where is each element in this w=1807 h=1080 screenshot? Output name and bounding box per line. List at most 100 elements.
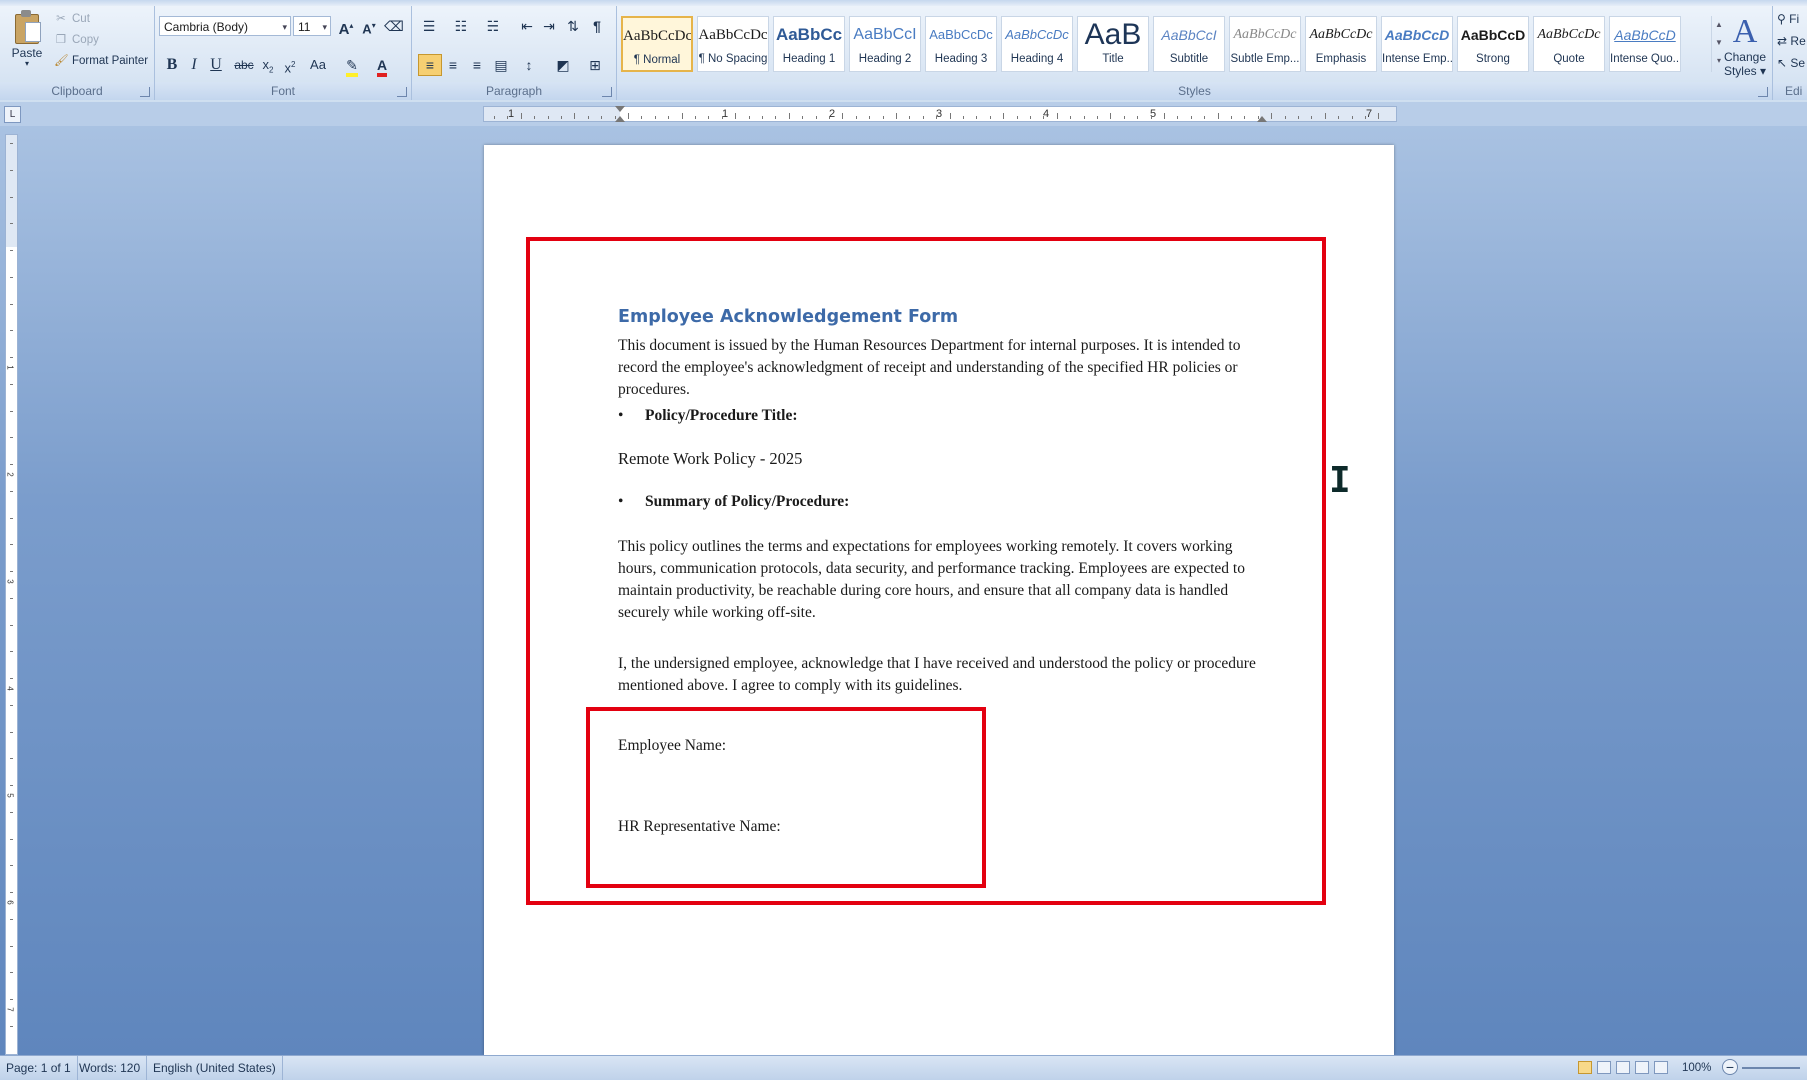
ruler-tick (1217, 113, 1219, 119)
style-sample: AaBbCcDc (1233, 27, 1297, 42)
ruler-number: 7 (1366, 108, 1373, 120)
align-center-icon[interactable]: ≡ (442, 54, 464, 76)
strikethrough-icon[interactable]: abc (233, 54, 255, 76)
style-quote[interactable]: AaBbCcDc Quote (1533, 16, 1605, 72)
zoom-out-icon[interactable]: − (1722, 1059, 1738, 1075)
style-heading-4[interactable]: AaBbCcDc Heading 4 (1001, 16, 1073, 72)
print-layout-view-icon[interactable] (1578, 1061, 1592, 1074)
style-subtle-emphasis[interactable]: AaBbCcDc Subtle Emp... (1229, 16, 1301, 72)
font-name-box[interactable]: Cambria (Body) ▾ (159, 16, 291, 36)
copy-button[interactable]: ❐ Copy (54, 31, 99, 49)
document-page[interactable]: Employee Acknowledgement Form This docum… (484, 145, 1394, 1055)
ruler-tick (1204, 116, 1206, 119)
ruler-number: 3 (5, 579, 15, 584)
bold-icon[interactable]: B (161, 54, 183, 76)
style-subtitle[interactable]: AaBbCcI Subtitle (1153, 16, 1225, 72)
replace-button[interactable]: ⇄ Re (1777, 30, 1806, 52)
numbering-icon[interactable]: ☷ (450, 15, 472, 37)
zoom-slider[interactable] (1742, 1067, 1800, 1069)
draft-view-icon[interactable] (1654, 1061, 1668, 1074)
underline-icon[interactable]: U (205, 54, 227, 76)
full-screen-reading-view-icon[interactable] (1597, 1061, 1611, 1074)
ruler-tick (1177, 116, 1179, 119)
shrink-font-icon[interactable]: A▾ (358, 15, 380, 37)
style-sample: AaB (1084, 18, 1142, 51)
style-heading-1[interactable]: AaBbCc Heading 1 (773, 16, 845, 72)
right-indent-marker[interactable] (1257, 116, 1267, 122)
style-title[interactable]: AaB Title (1077, 16, 1149, 72)
paragraph-group: ☰ ☷ ☵ ⇤ ⇥ ⇅ ¶ ≡ ≡ ≡ ▤ ↕ ◩ ⊞ Paragraph (412, 6, 617, 100)
align-left-icon[interactable]: ≡ (418, 54, 442, 76)
multilevel-list-icon[interactable]: ☵ (482, 15, 504, 37)
brush-icon: 🖌 (54, 55, 69, 67)
employee-name-label: Employee Name: (618, 737, 727, 754)
style-intense-emphasis[interactable]: AaBbCcD Intense Emp... (1381, 16, 1453, 72)
zoom-level[interactable]: 100% (1682, 1056, 1711, 1080)
change-styles-button[interactable]: A Change Styles ▾ (1721, 14, 1769, 79)
font-group: Cambria (Body) ▾ 11 ▾ A▴ A▾ ⌫ B I U abc x2… (155, 6, 412, 100)
horizontal-ruler[interactable]: 1 1 2 3 4 5 7 (483, 106, 1397, 122)
policy-title-value: Remote Work Policy - 2025 (618, 449, 803, 468)
vertical-ruler[interactable]: 1 2 3 4 5 6 7 (5, 134, 18, 1055)
ruler-tick (896, 113, 897, 119)
styles-dialog-launcher[interactable] (1758, 87, 1768, 97)
outline-view-icon[interactable] (1635, 1061, 1649, 1074)
paragraph-dialog-launcher[interactable] (602, 87, 612, 97)
ruler-tick (10, 490, 13, 492)
increase-indent-icon[interactable]: ⇥ (538, 15, 560, 37)
style-strong[interactable]: AaBbCcD Strong (1457, 16, 1529, 72)
change-case-button[interactable]: Aa (305, 54, 331, 76)
sort-icon[interactable]: ⇅ (562, 15, 584, 37)
paste-button[interactable]: Paste ▾ (8, 10, 46, 80)
page-count[interactable]: Page: 1 of 1 (0, 1056, 78, 1080)
ruler-tick (10, 437, 13, 439)
format-painter-button[interactable]: 🖌 Format Painter (54, 52, 148, 70)
style-name: Title (1102, 53, 1124, 65)
style-no-spacing[interactable]: AaBbCcDc ¶ No Spacing (697, 16, 769, 72)
style-sample: AaBbCcD (1460, 27, 1526, 43)
grow-font-icon[interactable]: A▴ (335, 15, 357, 38)
font-dialog-launcher[interactable] (397, 87, 407, 97)
ruler-tick (1150, 116, 1152, 119)
language-indicator[interactable]: English (United States) (147, 1056, 283, 1080)
clipboard-dialog-launcher[interactable] (140, 87, 150, 97)
style-emphasis[interactable]: AaBbCcDc Emphasis (1305, 16, 1377, 72)
pilcrow-icon[interactable]: ¶ (586, 15, 608, 37)
style-normal[interactable]: AaBbCcDc ¶ Normal (621, 16, 693, 72)
hanging-indent-marker[interactable] (615, 116, 625, 122)
font-size-box[interactable]: 11 ▾ (293, 16, 331, 36)
word-count[interactable]: Words: 120 (73, 1056, 148, 1080)
borders-icon[interactable]: ⊞ (584, 54, 606, 76)
ruler-tick (788, 113, 790, 119)
cut-button[interactable]: ✂ Cut (54, 10, 90, 28)
ruler-tick (10, 330, 13, 332)
select-button[interactable]: ↖ Se (1777, 52, 1805, 74)
ruler-tick (1030, 116, 1031, 119)
bullets-icon[interactable]: ☰ (418, 15, 440, 37)
italic-icon[interactable]: I (183, 54, 205, 76)
align-right-icon[interactable]: ≡ (466, 54, 488, 76)
binoculars-icon: ⚲ (1777, 12, 1786, 26)
justify-icon[interactable]: ▤ (490, 54, 512, 76)
first-line-indent-marker[interactable] (615, 106, 625, 112)
line-spacing-icon[interactable]: ↕ (518, 54, 540, 76)
shading-icon[interactable]: ◩ (552, 54, 574, 76)
style-heading-3[interactable]: AaBbCcDc Heading 3 (925, 16, 997, 72)
highlight-icon[interactable]: ✎ (341, 54, 363, 77)
ruler-tick (1338, 116, 1340, 119)
bullet-icon: • (618, 407, 624, 424)
style-intense-quote[interactable]: AaBbCcD Intense Quo... (1609, 16, 1681, 72)
status-bar: Page: 1 of 1 Words: 120 English (United … (0, 1055, 1807, 1080)
ruler-tick (681, 113, 683, 119)
clear-formatting-icon[interactable]: ⌫ (383, 15, 405, 37)
superscript-icon[interactable]: x2 (279, 54, 301, 76)
web-layout-view-icon[interactable] (1616, 1061, 1630, 1074)
decrease-indent-icon[interactable]: ⇤ (516, 15, 538, 37)
tab-selector[interactable]: L (4, 106, 21, 123)
font-color-icon[interactable]: A (371, 54, 393, 77)
style-heading-2[interactable]: AaBbCcI Heading 2 (849, 16, 921, 72)
find-button[interactable]: ⚲ Fi (1777, 8, 1799, 30)
style-sample: AaBbCcDc (1537, 27, 1601, 42)
paste-icon (13, 10, 41, 44)
subscript-icon[interactable]: x2 (257, 54, 279, 76)
